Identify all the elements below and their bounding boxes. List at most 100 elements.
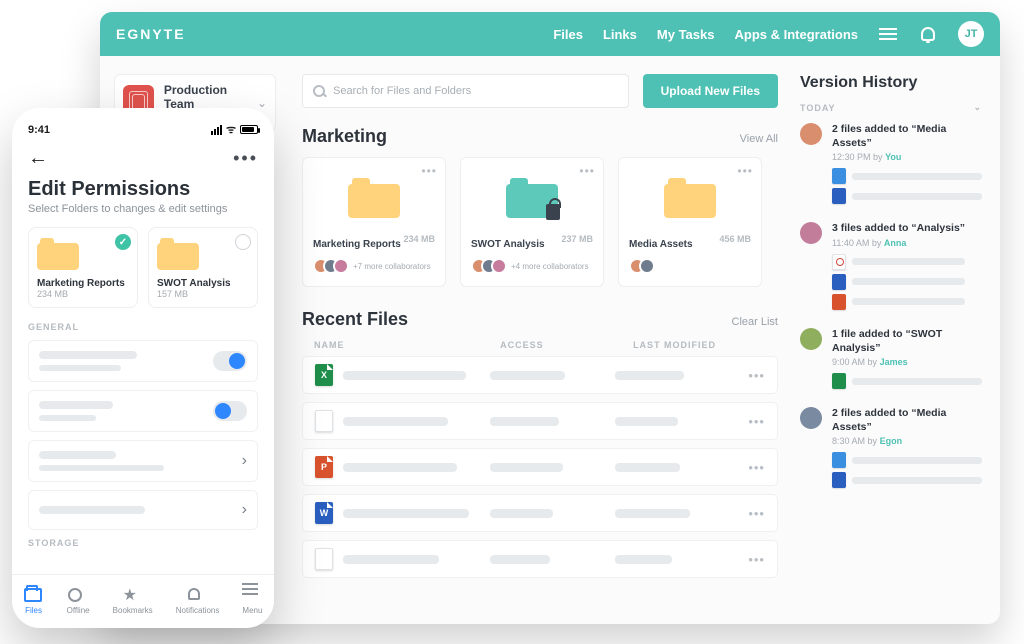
team-name: Production Team: [164, 83, 247, 111]
version-history-panel: Version History TODAY ⌄ 2 files added to…: [800, 56, 1000, 624]
mobile-header: ← •••: [28, 147, 258, 170]
unchecked-icon[interactable]: [235, 234, 251, 250]
setting-row[interactable]: [28, 390, 258, 432]
chevron-down-icon[interactable]: ⌄: [973, 102, 982, 113]
word-icon: [832, 188, 846, 204]
pdf-icon: ▲: [315, 410, 333, 432]
storage-section-label: STORAGE: [28, 538, 258, 548]
row-menu-icon[interactable]: •••: [748, 414, 765, 429]
back-icon[interactable]: ←: [28, 147, 48, 170]
files-icon: [24, 588, 44, 604]
chevron-right-icon: ›: [242, 452, 247, 470]
tab-files[interactable]: Files: [24, 588, 44, 615]
marketing-viewall[interactable]: View All: [740, 133, 778, 145]
tab-menu[interactable]: Menu: [242, 588, 262, 615]
history-item[interactable]: 2 files added to “Media Assets” 8:30 AM …: [800, 407, 982, 488]
collab-more: +4 more collaborators: [511, 262, 589, 271]
mobile-window: 9:41 ᯤ ← ••• Edit Permissions Select Fol…: [12, 108, 274, 628]
ppt-icon: [832, 294, 846, 310]
setting-row[interactable]: ›: [28, 440, 258, 482]
nav-my-tasks[interactable]: My Tasks: [657, 27, 715, 42]
card-menu-icon[interactable]: •••: [579, 164, 595, 178]
excel-icon: X: [315, 364, 333, 386]
history-item[interactable]: 1 file added to “SWOT Analysis” 9:00 AM …: [800, 328, 982, 389]
setting-row[interactable]: ›: [28, 490, 258, 530]
ppt-icon: P: [315, 456, 333, 478]
collaborators: [629, 258, 751, 274]
upload-button[interactable]: Upload New Files: [643, 74, 778, 108]
card-size: 157 MB: [157, 289, 249, 299]
recent-columns: NAME ACCESS LAST MODIFIED: [302, 340, 778, 350]
toggle-switch[interactable]: [213, 351, 247, 371]
row-menu-icon[interactable]: •••: [748, 368, 765, 383]
avatar-icon: [800, 123, 822, 145]
history-sub: 8:30 AM by Egon: [832, 436, 982, 446]
row-menu-icon[interactable]: •••: [748, 460, 765, 475]
collaborators: +7 more collaborators: [313, 258, 435, 274]
history-item[interactable]: 2 files added to “Media Assets” 12:30 PM…: [800, 123, 982, 204]
card-title: SWOT Analysis: [471, 239, 545, 250]
avatar-icon: [800, 222, 822, 244]
history-item[interactable]: 3 files added to “Analysis” 11:40 AM by …: [800, 222, 982, 310]
more-icon[interactable]: •••: [233, 148, 258, 169]
history-sub: 9:00 AM by James: [832, 357, 982, 367]
status-time: 9:41: [28, 124, 50, 136]
card-title: Marketing Reports: [37, 278, 129, 289]
col-name: NAME: [314, 340, 500, 350]
file-row[interactable]: ▲ •••: [302, 540, 778, 578]
avatar-icon: [800, 328, 822, 350]
file-icon: [832, 168, 846, 184]
toolbar: Upload New Files: [302, 74, 778, 108]
folder-card[interactable]: ••• Marketing Reports 234 MB +7 more col…: [302, 157, 446, 287]
hamburger-icon[interactable]: [878, 24, 898, 44]
row-menu-icon[interactable]: •••: [748, 506, 765, 521]
search-field[interactable]: [302, 74, 629, 108]
col-access: ACCESS: [500, 340, 633, 350]
folder-locked-icon: [506, 178, 558, 218]
tab-offline[interactable]: Offline: [67, 588, 90, 615]
card-menu-icon[interactable]: •••: [421, 164, 437, 178]
file-row[interactable]: ▲ •••: [302, 402, 778, 440]
nav-files[interactable]: Files: [553, 27, 583, 42]
bell-icon: [188, 588, 208, 604]
avatar-icon: [800, 407, 822, 429]
folder-card[interactable]: ••• Media Assets 456 MB: [618, 157, 762, 287]
history-text: 3 files added to “Analysis”: [832, 222, 965, 236]
tab-notifications[interactable]: Notifications: [176, 588, 220, 615]
history-text: 2 files added to “Media Assets”: [832, 123, 982, 150]
brand-text: EGNYTE: [116, 26, 186, 42]
col-modified: LAST MODIFIED: [633, 340, 766, 350]
search-icon: [313, 85, 325, 97]
toggle-switch[interactable]: [213, 401, 247, 421]
nav-apps[interactable]: Apps & Integrations: [734, 27, 858, 42]
mobile-tabbar: Files Offline ★ Bookmarks Notifications …: [12, 574, 274, 628]
pdf-icon: [832, 254, 846, 270]
user-avatar[interactable]: JT: [958, 21, 984, 47]
card-title: Marketing Reports: [313, 239, 401, 250]
checked-icon[interactable]: ✓: [115, 234, 131, 250]
card-size: 234 MB: [403, 234, 435, 244]
tab-bookmarks[interactable]: ★ Bookmarks: [113, 588, 153, 615]
folder-card[interactable]: ••• SWOT Analysis 237 MB +4 more collabo…: [460, 157, 604, 287]
file-row[interactable]: W •••: [302, 494, 778, 532]
file-row[interactable]: P •••: [302, 448, 778, 486]
card-menu-icon[interactable]: •••: [737, 164, 753, 178]
word-icon: [832, 472, 846, 488]
mobile-folder-card[interactable]: ✓ Marketing Reports 234 MB: [28, 227, 138, 308]
mobile-folder-card[interactable]: SWOT Analysis 157 MB: [148, 227, 258, 308]
search-input[interactable]: [333, 85, 618, 97]
main-column: Upload New Files Marketing View All ••• …: [290, 56, 800, 624]
recent-clear[interactable]: Clear List: [732, 316, 778, 328]
row-menu-icon[interactable]: •••: [748, 552, 765, 567]
bell-icon[interactable]: [918, 24, 938, 44]
recent-files-section: Recent Files Clear List NAME ACCESS LAST…: [302, 309, 778, 578]
collaborators: +4 more collaborators: [471, 258, 593, 274]
history-text: 2 files added to “Media Assets”: [832, 407, 982, 434]
nav-links[interactable]: Links: [603, 27, 637, 42]
wifi-icon: ᯤ: [226, 122, 236, 137]
history-heading: Version History: [800, 74, 982, 92]
file-row[interactable]: X •••: [302, 356, 778, 394]
history-sub: 12:30 PM by You: [832, 152, 982, 162]
setting-row[interactable]: [28, 340, 258, 382]
folder-icon: [664, 178, 716, 218]
